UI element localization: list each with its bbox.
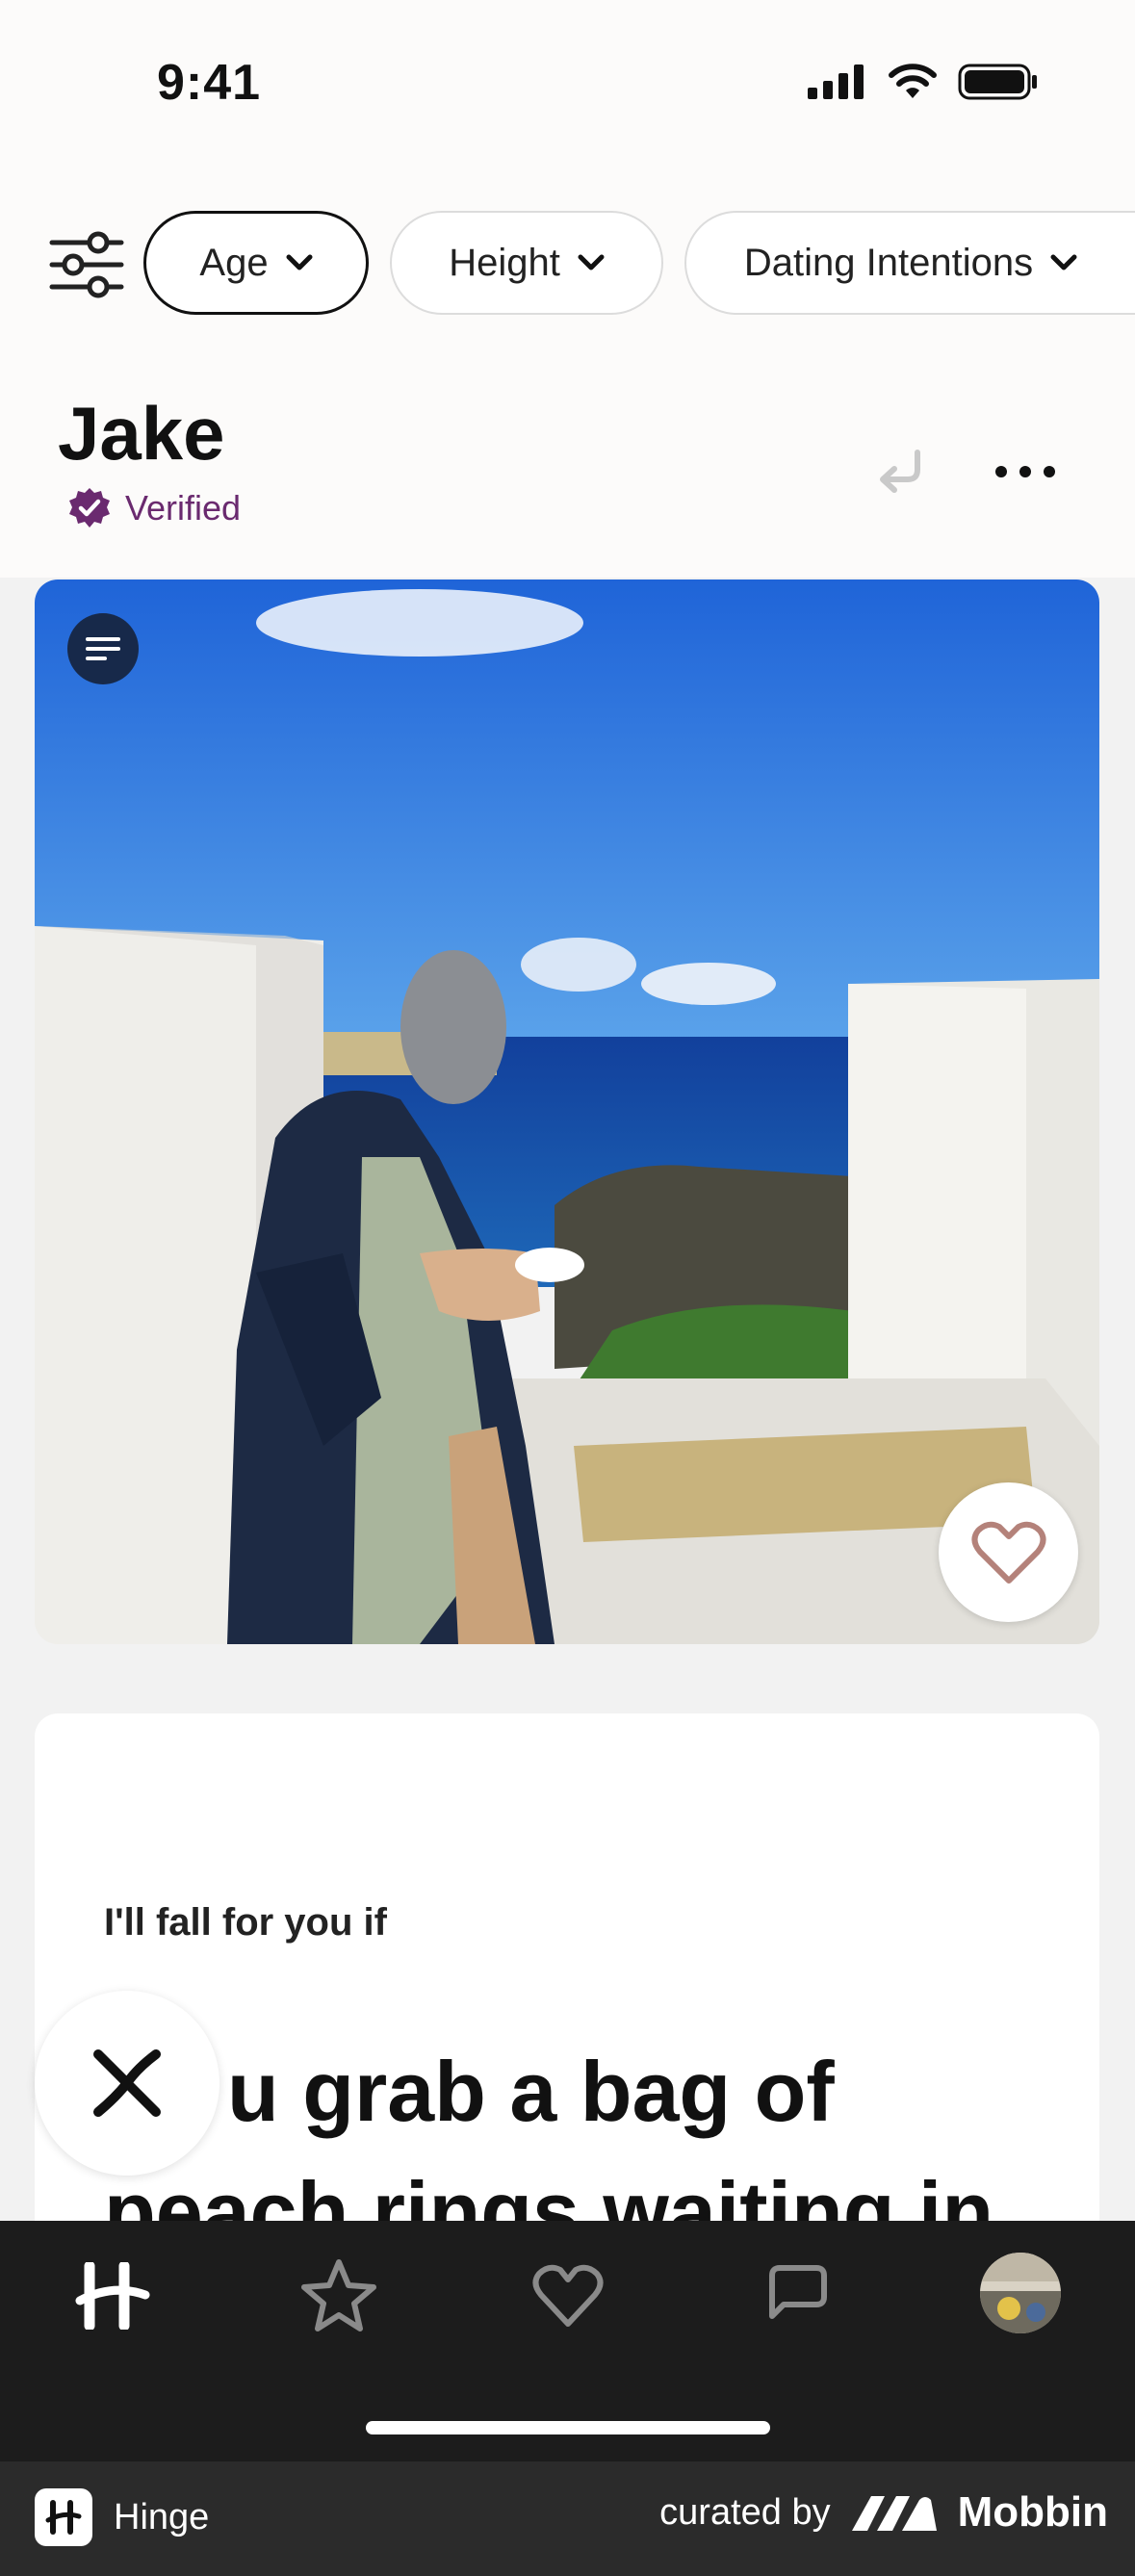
close-icon	[93, 2049, 161, 2117]
status-icons	[808, 64, 1039, 100]
hinge-mark-icon	[45, 2500, 82, 2535]
verified-label: Verified	[125, 488, 242, 528]
heart-outline-icon	[532, 2264, 604, 2327]
profile-photo[interactable]	[35, 580, 1099, 1644]
filter-chip-label: Height	[449, 241, 560, 284]
tab-standouts[interactable]	[296, 2253, 382, 2339]
filter-chip-dating-intentions[interactable]: Dating Intentions	[684, 211, 1135, 315]
filter-chip-label: Dating Intentions	[743, 241, 1034, 284]
status-time: 9:41	[157, 55, 262, 111]
filter-chip-height[interactable]: Height	[390, 211, 663, 315]
prompt-question: I'll fall for you if	[104, 1901, 387, 1944]
wifi-icon	[889, 64, 937, 98]
prompt-answer-line1: u grab a bag of	[227, 2044, 835, 2139]
photo-caption-button[interactable]	[67, 613, 139, 684]
chat-bubble-icon	[769, 2265, 827, 2319]
cellular-signal-icon	[808, 64, 864, 99]
filter-chip-label: Age	[199, 241, 269, 284]
tab-profile-avatar[interactable]	[980, 2253, 1061, 2333]
chevron-down-icon	[578, 254, 605, 270]
chevron-down-icon	[286, 254, 313, 270]
mobbin-logo-icon	[851, 2496, 937, 2531]
tab-discover[interactable]	[69, 2253, 156, 2339]
filter-chip-age[interactable]: Age	[143, 211, 369, 315]
undo-icon[interactable]	[871, 441, 929, 499]
prompt-card[interactable]: I'll fall for you if u grab a bag of pea…	[35, 1713, 1099, 2291]
profile-name: Jake	[58, 391, 225, 476]
heart-icon	[971, 1521, 1045, 1584]
more-options-icon[interactable]	[992, 452, 1059, 491]
skip-button[interactable]	[35, 1991, 219, 2176]
footer-app: Hinge	[35, 2488, 209, 2546]
hinge-logo-icon	[75, 2262, 150, 2330]
mobbin-brand: Mobbin	[957, 2488, 1108, 2536]
verified-check-icon	[69, 488, 110, 528]
home-indicator	[366, 2421, 770, 2434]
text-lines-icon	[86, 637, 120, 660]
hinge-app-icon	[35, 2488, 92, 2546]
tab-matches[interactable]	[751, 2253, 838, 2339]
filter-settings-icon[interactable]	[48, 231, 125, 298]
curated-by-label: curated by	[659, 2491, 831, 2533]
star-icon	[301, 2259, 376, 2331]
like-photo-button[interactable]	[939, 1482, 1078, 1622]
chevron-down-icon	[1050, 254, 1077, 270]
footer-credit: curated by Mobbin	[659, 2488, 1108, 2537]
battery-icon	[958, 64, 1037, 100]
footer-app-name: Hinge	[114, 2496, 210, 2537]
profile-photo-image	[35, 580, 1099, 1644]
avatar-image	[980, 2253, 1061, 2333]
tab-likes-you[interactable]	[525, 2253, 611, 2339]
verified-badge[interactable]: Verified	[67, 486, 241, 530]
